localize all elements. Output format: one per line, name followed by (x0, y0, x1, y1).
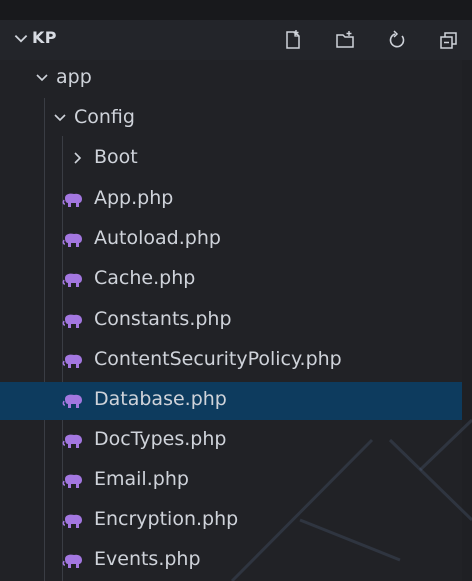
folder-label: Config (74, 106, 135, 128)
tree-file-constants-php[interactable]: Constants.php (0, 302, 472, 340)
php-elephant-icon (62, 354, 82, 368)
folder-label: Boot (94, 146, 138, 168)
workspace-root-label: KP (32, 28, 57, 47)
file-label: ContentSecurityPolicy.php (94, 348, 342, 370)
tree-folder-boot[interactable]: Boot (0, 140, 472, 178)
chevron-right-icon (74, 152, 82, 164)
php-elephant-icon (62, 394, 82, 408)
tree-file-database-php[interactable]: Database.php (0, 382, 472, 420)
php-elephant-icon (62, 273, 82, 287)
chevron-down-icon (36, 74, 48, 82)
file-label: Autoload.php (94, 227, 221, 249)
php-elephant-icon (62, 233, 82, 247)
tree-file-cache-php[interactable]: Cache.php (0, 261, 472, 299)
file-label: DocTypes.php (94, 428, 227, 450)
new-folder-button[interactable] (332, 27, 358, 53)
tree-file-email-php[interactable]: Email.php (0, 462, 472, 500)
explorer-header[interactable]: KP (0, 20, 472, 60)
collapse-all-button[interactable] (436, 27, 462, 53)
tree-file-doctypes-php[interactable]: DocTypes.php (0, 422, 472, 460)
php-elephant-icon (62, 554, 82, 568)
file-label: Events.php (94, 548, 201, 570)
tree-file-contentsecuritypolicy-php[interactable]: ContentSecurityPolicy.php (0, 342, 472, 380)
folder-label: app (56, 66, 92, 88)
file-label: Database.php (94, 388, 227, 410)
tree-file-app-php[interactable]: App.php (0, 181, 472, 219)
file-label: App.php (94, 187, 174, 209)
file-explorer: KP app Config Boot App.php Autoload.php … (0, 0, 472, 581)
top-strip (0, 0, 472, 20)
refresh-button[interactable] (384, 27, 410, 53)
collapse-all-icon (440, 32, 457, 49)
php-elephant-icon (62, 434, 82, 448)
refresh-icon (389, 30, 405, 48)
tree-folder-app[interactable]: app (0, 60, 472, 98)
new-file-button[interactable] (280, 27, 306, 53)
tree-file-autoload-php[interactable]: Autoload.php (0, 221, 472, 259)
tree-folder-config[interactable]: Config (0, 100, 472, 138)
file-label: Constants.php (94, 308, 232, 330)
tree-file-events-php[interactable]: Events.php (0, 542, 472, 580)
file-label: Encryption.php (94, 508, 239, 530)
new-file-icon (286, 30, 300, 49)
php-elephant-icon (62, 314, 82, 328)
chevron-down-icon[interactable] (12, 30, 30, 48)
php-elephant-icon (62, 474, 82, 488)
tree-file-encryption-php[interactable]: Encryption.php (0, 502, 472, 540)
php-elephant-icon (62, 514, 82, 528)
file-label: Email.php (94, 468, 189, 490)
scrollbar-track[interactable] (462, 60, 472, 581)
file-label: Cache.php (94, 267, 196, 289)
new-folder-icon (336, 31, 354, 48)
php-elephant-icon (62, 193, 82, 207)
chevron-down-icon (54, 114, 66, 122)
